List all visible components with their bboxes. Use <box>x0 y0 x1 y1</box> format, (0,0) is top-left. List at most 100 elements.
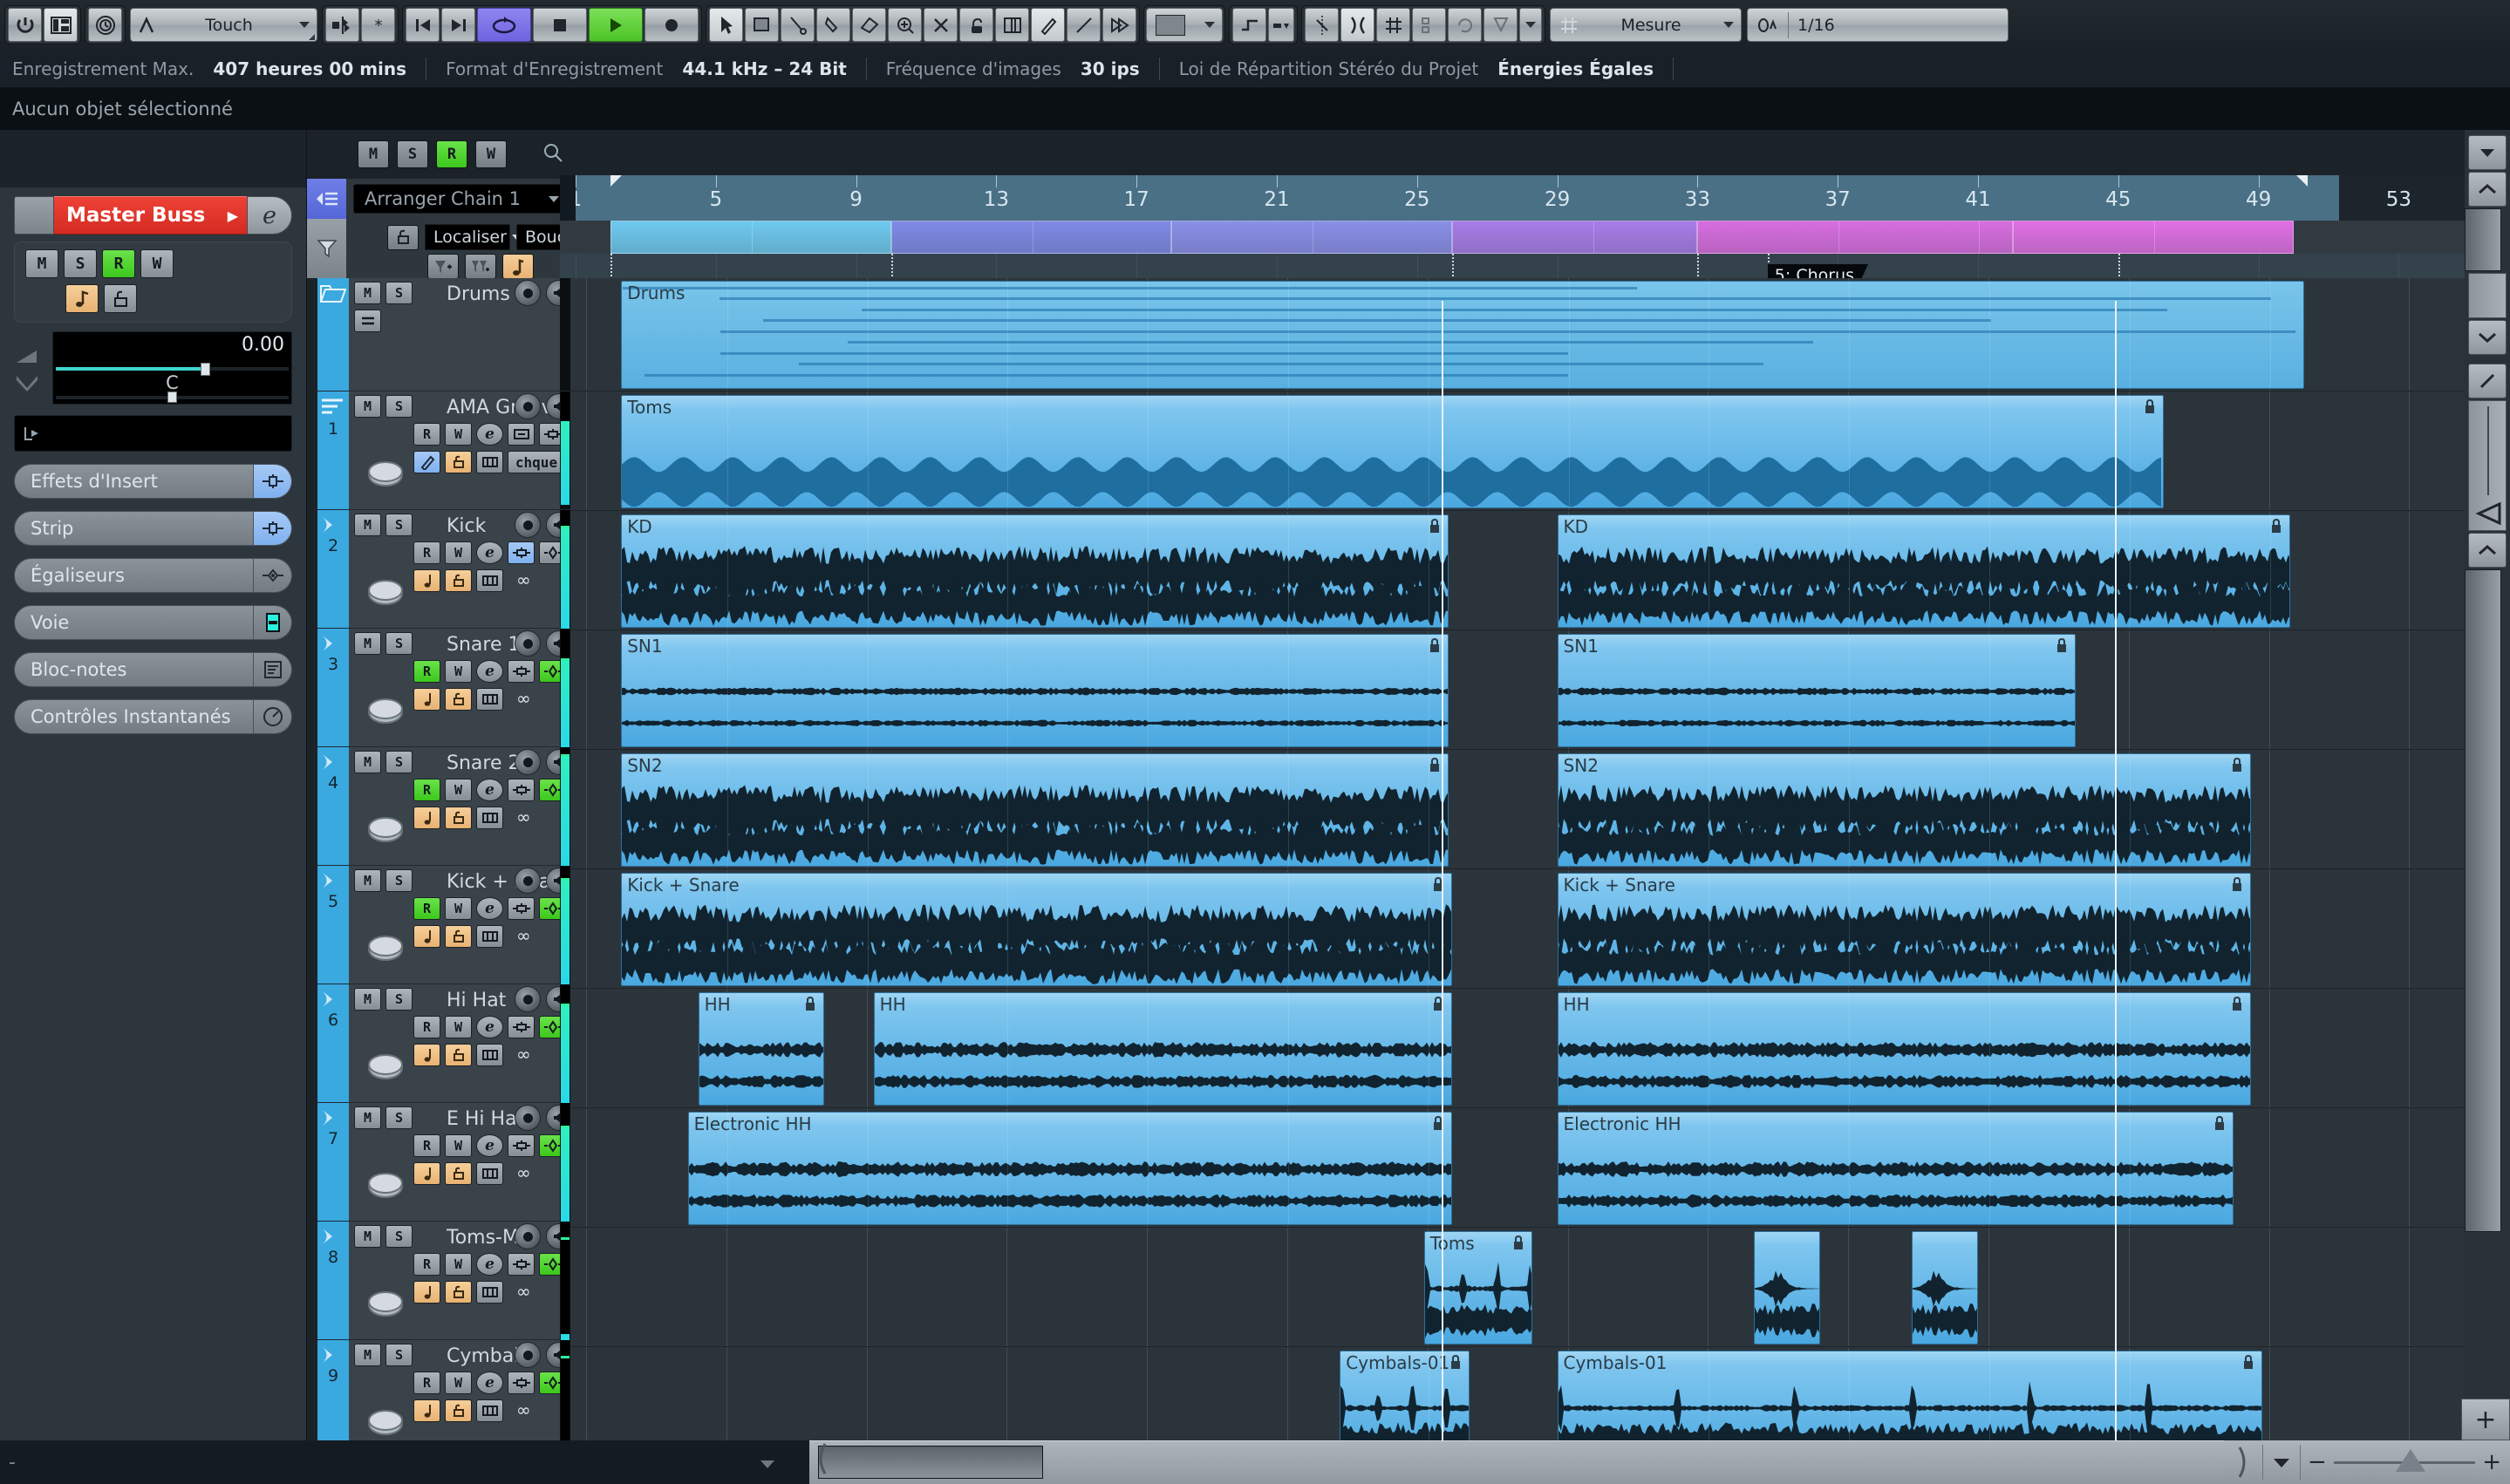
channel-color-swatch[interactable] <box>14 196 54 235</box>
mute-tool[interactable] <box>924 8 958 42</box>
snap-cycle-icon[interactable] <box>1448 8 1482 42</box>
lanes-icon[interactable] <box>476 1044 503 1066</box>
output-routing-field[interactable] <box>14 415 292 452</box>
track-read-button[interactable]: R <box>413 660 440 683</box>
lanes-icon[interactable] <box>476 1281 503 1304</box>
inserts-icon[interactable] <box>508 1253 535 1276</box>
sidebar-item-equalizers[interactable]: Égaliseurs <box>14 558 292 593</box>
secondary-cursor[interactable] <box>2114 301 2117 1484</box>
write-automation-button[interactable]: W <box>140 249 174 278</box>
horizontal-scrollbar[interactable] <box>809 1440 2224 1484</box>
lock-icon[interactable] <box>445 1281 472 1304</box>
edit-channel-icon[interactable]: e <box>476 779 503 801</box>
track-color-strip[interactable]: 3 <box>317 629 349 746</box>
grid-icon[interactable] <box>1376 8 1410 42</box>
track-scroll-up-icon[interactable] <box>2468 533 2507 568</box>
snap-dropdown-icon[interactable] <box>1519 8 1542 42</box>
playhead-cursor[interactable] <box>1441 301 1443 1484</box>
cycle-marker-handle[interactable] <box>2295 175 2308 187</box>
inserts-icon[interactable] <box>508 541 535 564</box>
audio-clip[interactable]: Electronic HH <box>687 1112 1452 1225</box>
track-header[interactable]: 5 M S Kick + Snare R We ∞ <box>317 866 570 984</box>
edit-channel-icon[interactable]: e <box>476 1372 503 1394</box>
draw-tool[interactable] <box>1031 8 1065 42</box>
track-write-button[interactable]: W <box>445 660 472 683</box>
record-enable-button[interactable] <box>515 868 541 894</box>
audio-clip[interactable]: Toms <box>621 395 2164 508</box>
inserts-icon[interactable] <box>508 1016 535 1038</box>
audio-clip[interactable]: Drums <box>621 281 2304 389</box>
musical-mode-icon[interactable] <box>413 1281 440 1304</box>
grid-type-selector[interactable]: Mesure <box>1550 8 1742 42</box>
track-header[interactable]: 4 M S Snare 2 R We ∞ <box>317 747 570 866</box>
record-enable-button[interactable] <box>515 630 541 657</box>
track-solo-button[interactable]: S <box>385 869 413 892</box>
track-write-button[interactable]: W <box>445 1253 472 1276</box>
add-marker-icon[interactable] <box>427 254 459 279</box>
track-read-button[interactable]: R <box>413 1134 440 1157</box>
track-color-strip[interactable]: 2 <box>317 510 349 628</box>
arranger-track-lane[interactable] <box>560 221 2465 254</box>
track-solo-button[interactable]: S <box>385 395 413 418</box>
mute-button[interactable]: M <box>25 249 58 278</box>
go-to-previous-marker-icon[interactable] <box>406 8 440 42</box>
musical-mode-icon[interactable] <box>413 569 440 592</box>
audio-clip[interactable]: KD <box>1557 514 2290 628</box>
localiser-menu[interactable]: Localiser <box>425 224 521 250</box>
edit-channel-icon[interactable]: e <box>247 196 292 235</box>
edit-channel-icon[interactable]: e <box>476 1134 503 1157</box>
audio-clip[interactable]: SN1 <box>621 634 1449 747</box>
zoom-in-button[interactable]: + <box>2482 1449 2501 1475</box>
record-enable-button[interactable] <box>515 749 541 775</box>
inserts-icon[interactable] <box>508 1134 535 1157</box>
info-value-max-record[interactable]: 407 heures 00 mins <box>213 58 406 79</box>
draw-tool[interactable] <box>413 451 440 473</box>
track-read-button[interactable]: R <box>413 1372 440 1394</box>
audio-clip[interactable]: Kick + Snare <box>1557 873 2252 986</box>
channel-name-field[interactable]: Master Buss ▶ <box>54 196 247 235</box>
sidebar-item-quick-controls[interactable]: Contrôles Instantanés <box>14 699 292 734</box>
jump-icon[interactable] <box>325 8 359 42</box>
zoom-slider-track[interactable] <box>2333 1448 2476 1472</box>
inserts-icon[interactable] <box>508 779 535 801</box>
lock-icon[interactable] <box>445 925 472 948</box>
musical-mode-icon[interactable] <box>413 1044 440 1066</box>
record-enable-button[interactable] <box>515 1105 541 1131</box>
glue-tool[interactable] <box>816 8 850 42</box>
snap-type-dropdown[interactable] <box>1268 8 1294 42</box>
snap-events-icon[interactable] <box>1305 8 1339 42</box>
play-tool[interactable] <box>1102 8 1136 42</box>
global-mute-button[interactable]: M <box>358 140 389 168</box>
strip-icon[interactable] <box>254 511 292 546</box>
audio-clip[interactable]: Kick + Snare <box>621 873 1452 986</box>
audio-clip[interactable]: SN1 <box>1557 634 2077 747</box>
track-read-button[interactable]: R <box>413 897 440 920</box>
record-enable-button[interactable] <box>515 1342 541 1368</box>
lanes-icon[interactable] <box>476 451 503 473</box>
volume-pan-readout[interactable]: 0.00 C <box>52 331 292 405</box>
instrument-edit-icon[interactable] <box>508 423 535 446</box>
track-write-button[interactable]: W <box>445 1016 472 1038</box>
audio-clip[interactable]: SN2 <box>621 753 1449 867</box>
audio-clip[interactable]: HH <box>1557 992 2252 1106</box>
inserts-icon[interactable] <box>508 660 535 683</box>
track-read-button[interactable]: R <box>413 1016 440 1038</box>
track-write-button[interactable]: W <box>445 541 472 564</box>
lanes-icon[interactable] <box>476 925 503 948</box>
lock-icon[interactable] <box>387 224 419 250</box>
record-icon[interactable] <box>645 8 699 42</box>
global-write-button[interactable]: W <box>475 140 507 168</box>
lanes-icon[interactable] <box>476 1399 503 1422</box>
inserts-icon[interactable] <box>508 1372 535 1394</box>
track-read-button[interactable]: R <box>413 1253 440 1276</box>
scroll-down-icon[interactable] <box>2468 320 2507 355</box>
erase-tool[interactable] <box>852 8 886 42</box>
track-header[interactable]: 2 M S Kick R We ∞ <box>317 510 570 629</box>
track-color-strip[interactable] <box>317 278 349 391</box>
track-mute-button[interactable]: M <box>354 751 381 773</box>
audio-clip[interactable] <box>1753 1231 1821 1344</box>
track-color-strip[interactable]: 8 <box>317 1222 349 1339</box>
automation-mode-selector[interactable]: Touch <box>130 8 317 42</box>
zoom-tool[interactable] <box>888 8 922 42</box>
audio-clip[interactable]: Electronic HH <box>1557 1112 2234 1225</box>
